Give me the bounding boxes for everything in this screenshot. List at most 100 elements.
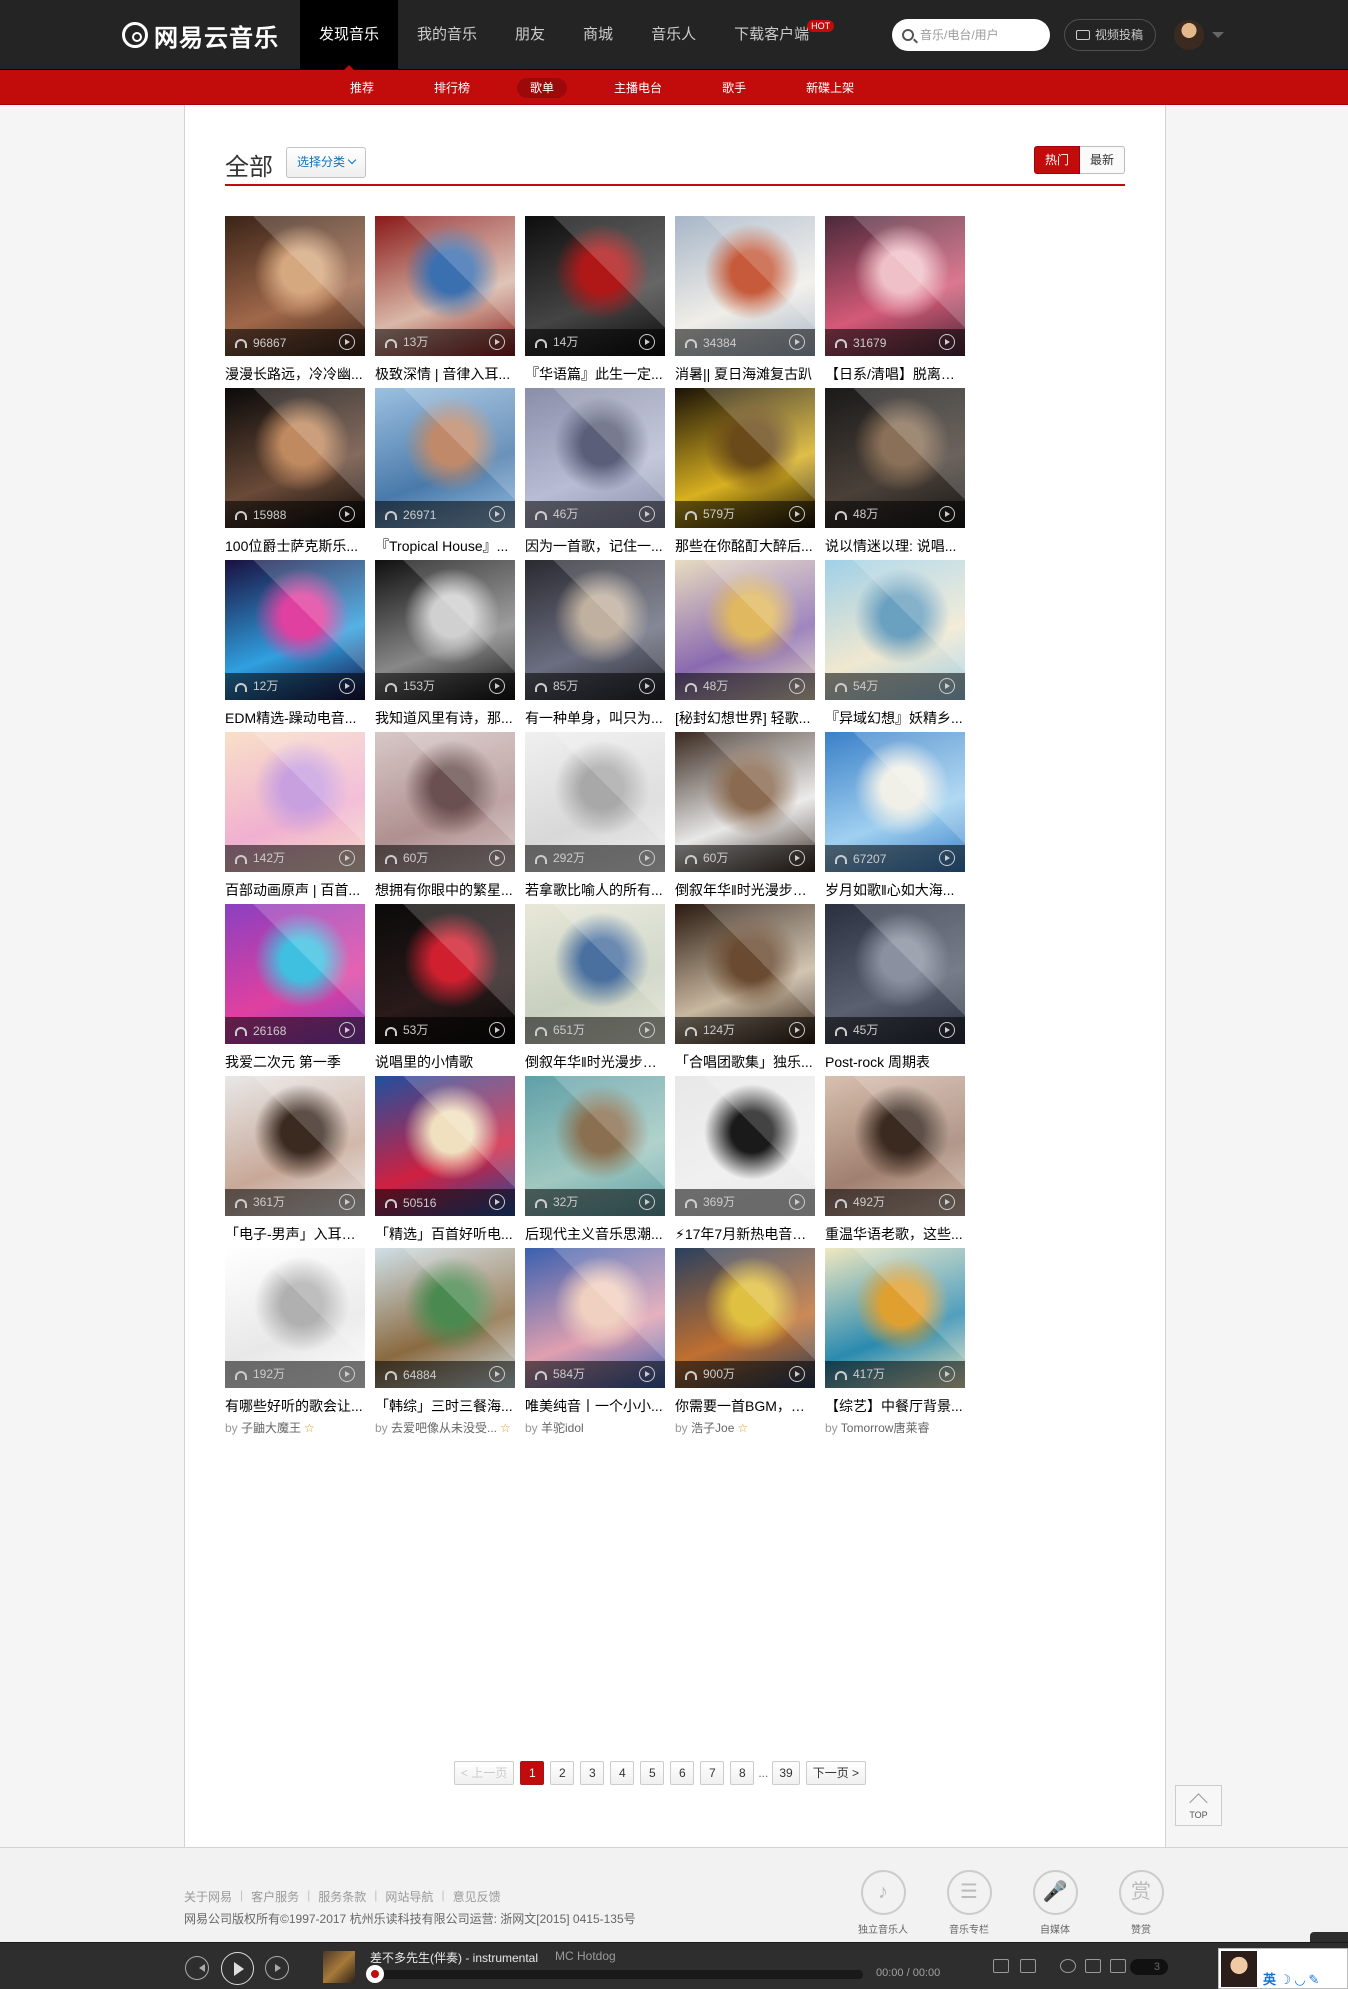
tab-hot[interactable]: 热门: [1033, 146, 1080, 174]
playlist-cover[interactable]: 60万: [375, 732, 515, 872]
subnav-item[interactable]: 排行榜: [421, 78, 483, 98]
playlist-cover[interactable]: 492万: [825, 1076, 965, 1216]
playlist-title[interactable]: 极致深情 | 音律入耳...: [375, 364, 515, 384]
footer-feature-item[interactable]: ♪ 独立音乐人: [840, 1870, 926, 1936]
video-upload-button[interactable]: 视频投稿: [1064, 19, 1156, 51]
playlist-cover[interactable]: 15988: [225, 388, 365, 528]
netease-music-logo[interactable]: 网易云音乐: [122, 18, 279, 52]
play-icon[interactable]: [639, 1194, 655, 1210]
play-icon[interactable]: [939, 1022, 955, 1038]
playlist-title[interactable]: 『异域幻想』妖精乡...: [825, 708, 965, 728]
previous-track-button[interactable]: [185, 1956, 209, 1980]
playlist-cover[interactable]: 124万: [675, 904, 815, 1044]
page-number-button[interactable]: 6: [670, 1761, 695, 1785]
author-link[interactable]: 浩子Joe: [691, 1421, 734, 1435]
playlist-title[interactable]: 「电子-男声」入耳倾...: [225, 1224, 365, 1244]
subnav-item[interactable]: 主播电台: [601, 78, 675, 98]
play-icon[interactable]: [339, 1022, 355, 1038]
prev-page-button[interactable]: < 上一页: [454, 1761, 515, 1785]
playlist-cover[interactable]: 142万: [225, 732, 365, 872]
next-track-button[interactable]: [265, 1956, 289, 1980]
nav-item[interactable]: 朋友: [496, 0, 564, 70]
author-link[interactable]: 子鼬大魔王: [241, 1421, 301, 1435]
playlist-title[interactable]: 『Tropical House』...: [375, 536, 515, 556]
playlist-cover[interactable]: 579万: [675, 388, 815, 528]
footer-feature-item[interactable]: 赏赞赏: [1098, 1870, 1184, 1936]
play-icon[interactable]: [939, 506, 955, 522]
play-icon[interactable]: [639, 1366, 655, 1382]
playlist-cover[interactable]: 900万: [675, 1248, 815, 1388]
playlist-cover[interactable]: 26971: [375, 388, 515, 528]
play-icon[interactable]: [639, 850, 655, 866]
playlist-cover[interactable]: 96867: [225, 216, 365, 356]
subnav-item[interactable]: 歌手: [709, 78, 759, 98]
playlist-cover[interactable]: 53万: [375, 904, 515, 1044]
playlist-title[interactable]: 「韩综」三时三餐海...: [375, 1396, 515, 1416]
play-icon[interactable]: [939, 1366, 955, 1382]
play-icon[interactable]: [789, 850, 805, 866]
playlist-title[interactable]: 想拥有你眼中的繁星...: [375, 880, 515, 900]
play-icon[interactable]: [339, 1366, 355, 1382]
nav-item[interactable]: 音乐人: [632, 0, 715, 70]
play-icon[interactable]: [639, 1022, 655, 1038]
page-number-button[interactable]: 5: [640, 1761, 665, 1785]
play-icon[interactable]: [339, 506, 355, 522]
play-icon[interactable]: [489, 1022, 505, 1038]
footer-link[interactable]: 关于网易: [184, 1888, 232, 1905]
back-to-top-button[interactable]: TOP: [1175, 1785, 1222, 1826]
playlist-count[interactable]: 3: [1130, 1959, 1168, 1975]
play-icon[interactable]: [639, 506, 655, 522]
play-icon[interactable]: [489, 1194, 505, 1210]
now-playing-cover[interactable]: [323, 1951, 355, 1983]
user-avatar[interactable]: [1174, 20, 1204, 50]
play-icon[interactable]: [789, 1194, 805, 1210]
playlist-cover[interactable]: 192万: [225, 1248, 365, 1388]
page-number-button[interactable]: 4: [610, 1761, 635, 1785]
picture-in-picture-icon[interactable]: [993, 1959, 1009, 1973]
next-page-button[interactable]: 下一页 >: [805, 1761, 867, 1785]
playlist-cover[interactable]: 46万: [525, 388, 665, 528]
playlist-cover[interactable]: 153万: [375, 560, 515, 700]
subnav-item[interactable]: 新碟上架: [793, 78, 867, 98]
playlist-cover[interactable]: 361万: [225, 1076, 365, 1216]
subnav-item[interactable]: 歌单: [517, 77, 568, 98]
play-icon[interactable]: [789, 506, 805, 522]
playlist-title[interactable]: 若拿歌比喻人的所有...: [525, 880, 665, 900]
playlist-title[interactable]: 有一种单身，叫只为...: [525, 708, 665, 728]
footer-link[interactable]: 网站导航: [385, 1888, 433, 1905]
playlist-cover[interactable]: 50516: [375, 1076, 515, 1216]
play-icon[interactable]: [639, 678, 655, 694]
chevron-down-icon[interactable]: [1212, 32, 1224, 44]
playlist-title[interactable]: 100位爵士萨克斯乐...: [225, 536, 365, 556]
play-button[interactable]: [221, 1952, 254, 1985]
author-link[interactable]: Tomorrow唐莱睿: [841, 1421, 930, 1435]
playlist-cover[interactable]: 292万: [525, 732, 665, 872]
playlist-title[interactable]: 我爱二次元 第一季: [225, 1052, 365, 1072]
loop-mode-icon[interactable]: [1085, 1959, 1101, 1973]
playlist-title[interactable]: 因为一首歌，记住一...: [525, 536, 665, 556]
now-playing-title[interactable]: 差不多先生(伴奏) - instrumental: [370, 1949, 538, 1966]
progress-track[interactable]: [370, 1970, 863, 1979]
playlist-cover[interactable]: 14万: [525, 216, 665, 356]
playlist-title[interactable]: 「精选」百首好听电...: [375, 1224, 515, 1244]
playlist-title[interactable]: 说以情迷以理: 说唱...: [825, 536, 965, 556]
select-category-button[interactable]: 选择分类: [286, 147, 367, 178]
playlist-cover[interactable]: 45万: [825, 904, 965, 1044]
subnav-item[interactable]: 推荐: [337, 78, 387, 98]
playlist-cover[interactable]: 67207: [825, 732, 965, 872]
nav-item[interactable]: 发现音乐: [300, 0, 399, 71]
play-icon[interactable]: [489, 678, 505, 694]
play-icon[interactable]: [789, 1366, 805, 1382]
play-icon[interactable]: [939, 850, 955, 866]
playlist-cover[interactable]: 651万: [525, 904, 665, 1044]
playlist-title[interactable]: 消暑|| 夏日海滩复古趴: [675, 364, 815, 384]
playlist-cover[interactable]: 32万: [525, 1076, 665, 1216]
play-icon[interactable]: [789, 1022, 805, 1038]
play-icon[interactable]: [339, 678, 355, 694]
play-icon[interactable]: [489, 850, 505, 866]
playlist-title[interactable]: 倒叙年华‖时光漫步之...: [525, 1052, 665, 1072]
author-link[interactable]: 去爱吧像从未没受...: [391, 1421, 497, 1435]
last-page-button[interactable]: 39: [772, 1761, 800, 1785]
play-icon[interactable]: [489, 506, 505, 522]
tab-new[interactable]: 最新: [1079, 146, 1125, 174]
